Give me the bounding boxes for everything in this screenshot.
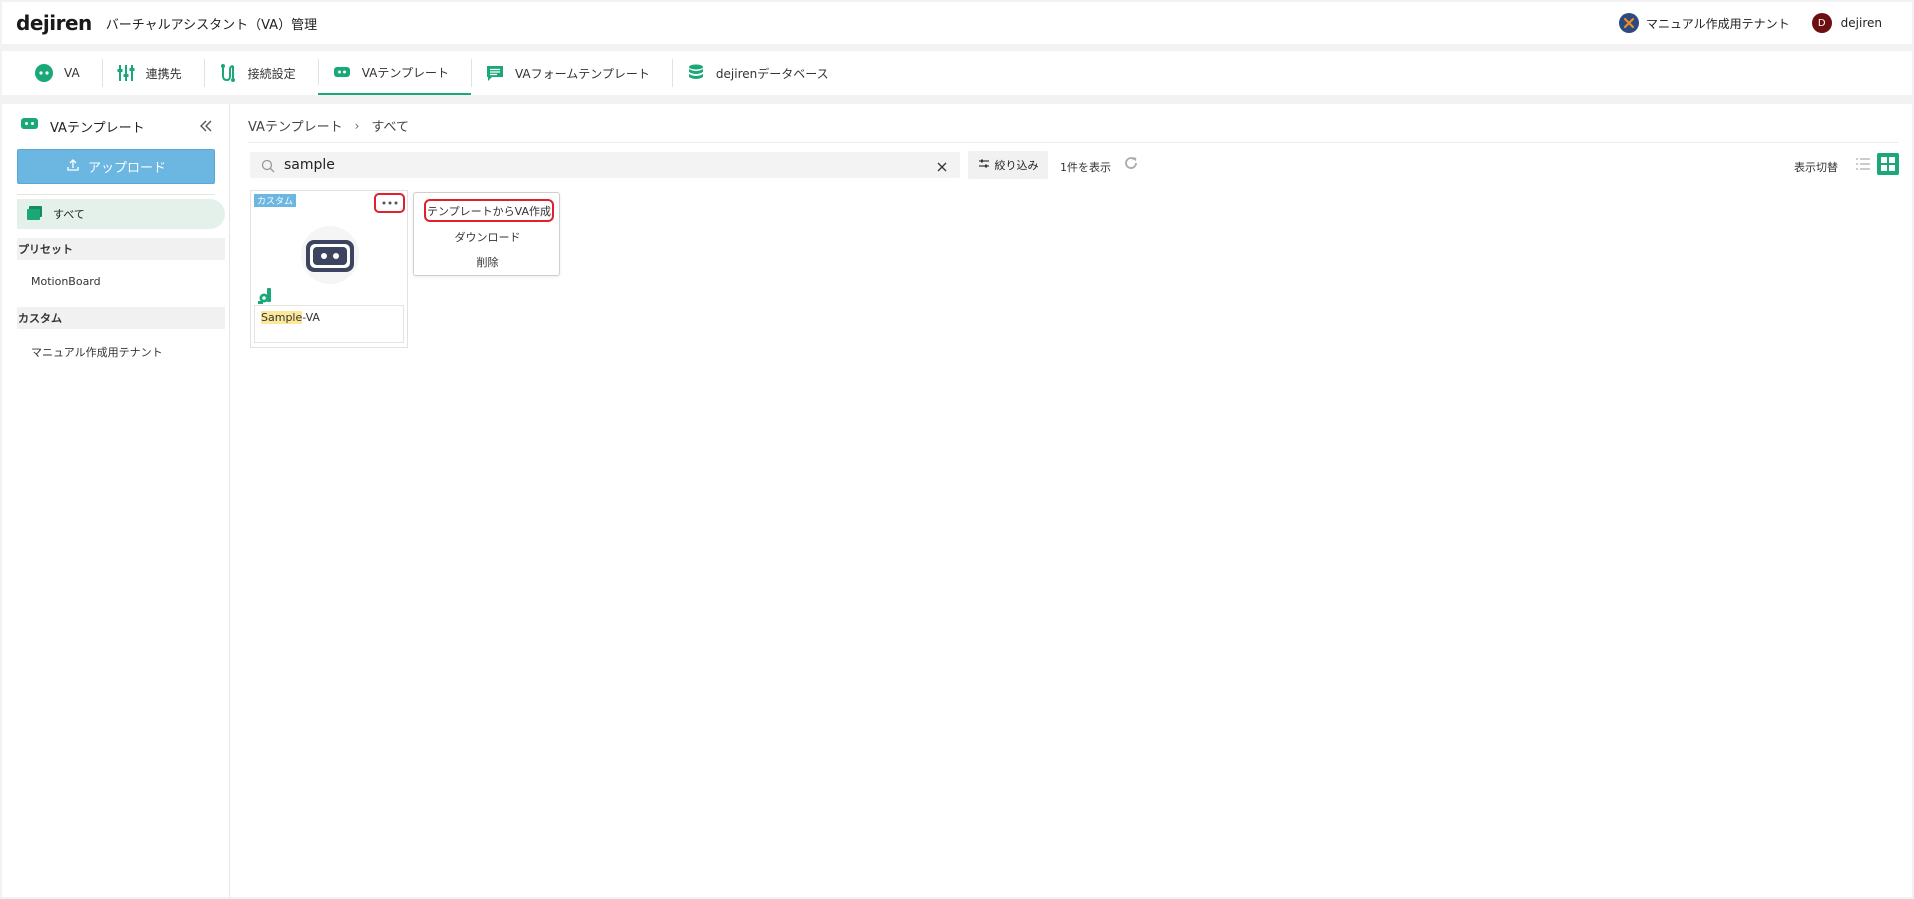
sidebar-section-preset: プリセット <box>17 238 225 260</box>
tenant-name: マニュアル作成用テナント <box>1646 16 1790 31</box>
template-name-rest: -VA <box>302 311 320 324</box>
divider <box>248 142 1898 143</box>
tab-label: VAテンプレート <box>361 65 449 80</box>
robot-icon <box>300 225 360 285</box>
app-header: dejiren バーチャルアシスタント（VA）管理 マニュアル作成用テナント D… <box>2 2 1912 44</box>
template-name: Sample-VA <box>254 305 404 343</box>
tab-label: dejirenデータベース <box>715 66 829 81</box>
sidebar: VAテンプレート アップロード すべて プリセット MotionBoard カス… <box>2 104 230 897</box>
upload-label: アップロード <box>87 161 166 176</box>
tab-dejiren-database[interactable]: dejirenデータベース <box>671 51 851 95</box>
app-title: バーチャルアシスタント（VA）管理 <box>105 17 318 33</box>
search-icon <box>261 158 275 177</box>
breadcrumb-separator: › <box>354 118 360 133</box>
grid-view-icon[interactable] <box>1877 153 1899 175</box>
user-name: dejiren <box>1840 16 1882 30</box>
menu-item-delete[interactable]: 削除 <box>414 254 561 270</box>
card-context-menu: テンプレートからVA作成 ダウンロード 削除 <box>413 192 560 276</box>
menu-item-create-va-from-template[interactable]: テンプレートからVA作成 <box>424 199 554 222</box>
tab-va-form-templates[interactable]: VAフォームテンプレート <box>470 51 672 95</box>
sliders-icon <box>116 63 136 83</box>
breadcrumb-item: すべて <box>371 120 409 135</box>
breadcrumb-item[interactable]: VAテンプレート <box>248 116 343 135</box>
divider <box>17 194 215 195</box>
sidebar-item-label: すべて <box>53 208 85 221</box>
va-template-icon <box>20 116 40 136</box>
tab-label: VA <box>64 66 80 80</box>
upload-icon <box>66 158 80 176</box>
connection-icon <box>218 63 238 83</box>
filter-label: 絞り込み <box>994 159 1039 172</box>
breadcrumb: VAテンプレート › すべて <box>248 116 409 136</box>
search-highlight: Sample <box>261 311 303 324</box>
tab-label: 連携先 <box>145 66 182 81</box>
main-panel: VAテンプレート アップロード すべて プリセット MotionBoard カス… <box>2 104 1912 897</box>
filter-button[interactable]: 絞り込み <box>968 151 1048 179</box>
va-template-icon <box>332 62 352 82</box>
sidebar-header: VAテンプレート <box>20 116 145 136</box>
sidebar-item-motionboard[interactable]: MotionBoard <box>31 275 101 288</box>
search-input[interactable] <box>284 152 904 178</box>
tab-integrations[interactable]: 連携先 <box>101 51 204 95</box>
tenant-switcher[interactable]: マニュアル作成用テナント <box>1619 13 1790 33</box>
avatar: D <box>1811 13 1832 33</box>
sidebar-item-tenant[interactable]: マニュアル作成用テナント <box>31 344 163 360</box>
result-count: 1件を表示 <box>1060 161 1111 174</box>
collapse-sidebar-icon[interactable] <box>198 118 214 134</box>
view-toggle-label: 表示切替 <box>1794 161 1838 174</box>
logo[interactable]: dejiren <box>16 11 92 35</box>
user-menu[interactable]: D dejiren <box>1811 13 1882 33</box>
tab-va[interactable]: VA <box>20 51 102 95</box>
database-icon <box>686 63 706 83</box>
filter-icon <box>978 158 990 173</box>
list-view-icon[interactable] <box>1852 153 1874 175</box>
robot-face-icon <box>34 63 54 83</box>
sidebar-item-all[interactable]: すべて <box>17 199 225 229</box>
refresh-icon[interactable] <box>1122 154 1140 176</box>
form-template-icon <box>485 63 505 83</box>
tab-label: VAフォームテンプレート <box>514 66 650 81</box>
menu-item-download[interactable]: ダウンロード <box>414 229 561 245</box>
tab-bar: VA 連携先 接続設定 VAテンプレート VAフォームテンプレート dejire… <box>2 51 1912 95</box>
upload-button[interactable]: アップロード <box>17 149 215 184</box>
sidebar-section-custom: カスタム <box>17 307 225 329</box>
header-right: マニュアル作成用テナント D dejiren <box>1619 13 1882 33</box>
search-box <box>250 152 960 178</box>
close-icon[interactable] <box>936 158 948 177</box>
custom-badge: カスタム <box>254 194 297 207</box>
more-options-button[interactable] <box>374 193 405 213</box>
folder-icon <box>26 205 44 224</box>
tab-label: 接続設定 <box>247 66 296 81</box>
tab-va-templates[interactable]: VAテンプレート <box>317 51 471 95</box>
tab-connection-settings[interactable]: 接続設定 <box>203 51 318 95</box>
template-card[interactable]: カスタム Sample-VA <box>250 190 408 348</box>
sidebar-title: VAテンプレート <box>50 120 145 136</box>
tenant-icon <box>1619 13 1640 33</box>
